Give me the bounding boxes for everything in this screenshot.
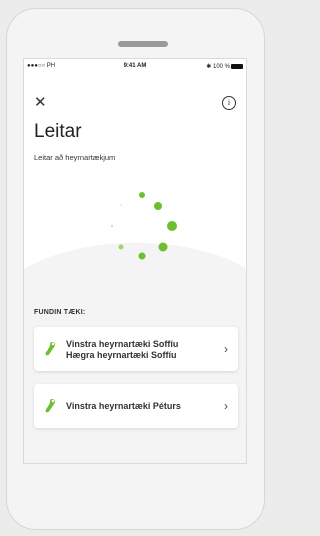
chevron-right-icon: › [224, 399, 228, 413]
hearing-aid-icon [45, 399, 56, 413]
device-card[interactable]: Vinstra heyrnartæki Soffíu Hægra heyrnar… [34, 327, 238, 371]
device-card[interactable]: Vinstra heyrnartæki Péturs › [34, 384, 238, 428]
device-name: Vinstra heyrnartæki Soffíu Hægra heyrnar… [66, 339, 178, 361]
device-name-line1: Vinstra heyrnartæki Soffíu [66, 339, 179, 349]
device-name-line2: Hægra heyrnartæki Soffíu [66, 350, 177, 360]
app-screen: ●●●○○ PH 9:41 AM ✱ 100 % ✕ i Leitar Leit… [23, 58, 247, 464]
searching-spinner [110, 192, 177, 260]
speaker-grille [118, 41, 168, 47]
device-name-line1: Vinstra heyrnartæki Péturs [66, 401, 181, 411]
hearing-aid-icon [45, 342, 56, 356]
found-devices-label: FUNDIN TÆKI: [34, 309, 86, 316]
device-name: Vinstra heyrnartæki Péturs [66, 401, 181, 412]
chevron-right-icon: › [224, 342, 228, 356]
